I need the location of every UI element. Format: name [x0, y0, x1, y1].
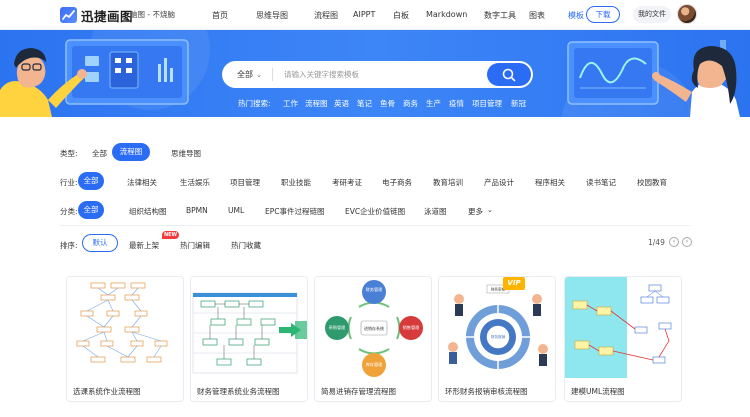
type-filter-option[interactable]: 全部: [92, 148, 107, 159]
industry-filter-option[interactable]: 项目管理: [230, 177, 260, 188]
hot-search-term[interactable]: 新冠: [511, 98, 526, 109]
hot-search-term[interactable]: 流程图: [305, 98, 328, 109]
industry-filter-option[interactable]: 职业技能: [281, 177, 311, 188]
industry-filter-option[interactable]: 读书笔记: [586, 177, 616, 188]
man-with-board-illustration: [0, 39, 189, 117]
category-filter-option[interactable]: EPC事件过程链图: [265, 206, 325, 217]
vip-badge: VIP: [503, 277, 525, 290]
logo-text[interactable]: 迅捷画图: [81, 6, 133, 25]
sort-option[interactable]: 热门编辑: [180, 240, 210, 251]
category-filter-label: 分类:: [60, 207, 78, 216]
course-selection-flowchart-thumbnail: [67, 277, 183, 378]
woman-with-chart-illustration: [567, 40, 740, 117]
sort-option[interactable]: 热门收藏: [231, 240, 261, 251]
industry-filter-option[interactable]: 教育培训: [433, 177, 463, 188]
nav-item[interactable]: 数字工具: [484, 10, 516, 21]
type-filter-option[interactable]: 思维导图: [171, 148, 201, 159]
logo-subtitle: 脑图 - 不烧脑: [130, 10, 175, 19]
hot-search-term[interactable]: 英语: [334, 98, 349, 109]
top-header: 迅捷画图 脑图 - 不烧脑 首页 思维导图 流程图 AIPPT 白板 Markdown 数字…: [0, 0, 750, 30]
filter-divider: [60, 225, 690, 226]
uml-modeling-flowchart-thumbnail: [565, 277, 681, 378]
nav-item[interactable]: 首页: [212, 10, 228, 21]
node-label: 财务管理: [366, 286, 384, 293]
search-input[interactable]: [284, 66, 474, 83]
hub-label: 进销存系统: [364, 325, 384, 331]
prev-page-button[interactable]: ‹: [669, 237, 679, 247]
nav-item[interactable]: 图表: [529, 10, 545, 21]
category-filter-option[interactable]: 全部: [78, 201, 104, 219]
card-title: 选课系统作业流程图: [73, 387, 141, 396]
next-page-button[interactable]: ›: [682, 237, 692, 247]
search-divider: [272, 68, 273, 81]
nav-item[interactable]: Markdown: [426, 10, 467, 19]
industry-filter-option[interactable]: 产品设计: [484, 177, 514, 188]
page-indicator: 1/49: [648, 238, 665, 247]
node-label: 销售管理: [403, 324, 421, 331]
industry-filter-option[interactable]: 生活娱乐: [180, 177, 210, 188]
industry-filter-option[interactable]: 法律相关: [127, 177, 157, 188]
nav-item[interactable]: 模板: [568, 10, 584, 21]
node-label: 采购管理: [329, 324, 347, 331]
logo-icon[interactable]: [60, 7, 77, 23]
search-scope-dropdown[interactable]: 全部 ⌄: [237, 69, 262, 80]
user-avatar[interactable]: [677, 4, 697, 24]
download-button[interactable]: 下载: [586, 6, 620, 23]
template-card[interactable]: 财务报销 财务审核 环形财务报销审核流程图: [438, 276, 556, 402]
industry-filter-label: 行业:: [60, 178, 78, 187]
sort-label: 排序:: [60, 241, 78, 250]
category-filter-option[interactable]: 更多: [468, 206, 483, 217]
search-scope-label: 全部: [237, 70, 253, 79]
sort-option[interactable]: 最新上架: [129, 240, 159, 251]
industry-filter-option[interactable]: 电子商务: [382, 177, 412, 188]
hero-banner: 全部⌄ 热门搜索: 工作流程图英语笔记鱼骨商务生产疫情项目管理新冠: [0, 30, 750, 117]
hot-search-term[interactable]: 生产: [426, 98, 441, 109]
hot-search-label: 热门搜索:: [238, 99, 271, 108]
card-title: 简易进销存管理流程图: [321, 387, 396, 396]
type-filter-option[interactable]: 流程图: [112, 143, 150, 161]
my-files-button[interactable]: 我的文件: [633, 6, 671, 23]
hot-search-term[interactable]: 鱼骨: [380, 98, 395, 109]
hot-search-term[interactable]: 商务: [403, 98, 418, 109]
search-icon: [502, 68, 516, 82]
card-title: 财务管理系统业务流程图: [197, 387, 280, 396]
industry-filter-option[interactable]: 校园教育: [637, 177, 667, 188]
new-badge: NEW: [162, 231, 179, 239]
nav-item[interactable]: 流程图: [314, 10, 338, 21]
finance-system-flowchart-thumbnail: [191, 277, 307, 378]
industry-filter-option[interactable]: 程序相关: [535, 177, 565, 188]
reimbursement-ring-flowchart-thumbnail: 财务报销 财务审核: [439, 277, 555, 378]
template-search-bar: 全部 ⌄: [222, 61, 533, 88]
hot-search-term[interactable]: 疫情: [449, 98, 464, 109]
type-filter-label: 类型:: [60, 149, 78, 158]
search-button[interactable]: [487, 63, 531, 86]
inventory-management-flowchart-thumbnail: 进销存系统 财务管理 采购管理 销售管理 库存管理: [315, 277, 431, 378]
hot-search-term[interactable]: 工作: [283, 98, 298, 109]
chevron-down-icon: ⌄: [256, 71, 262, 79]
category-filter-option[interactable]: 泳道图: [424, 206, 447, 217]
template-card[interactable]: 选课系统作业流程图: [66, 276, 184, 402]
nav-item[interactable]: AIPPT: [353, 10, 375, 19]
card-title: 环形财务报销审核流程图: [445, 387, 528, 396]
nav-item[interactable]: 思维导图: [256, 10, 288, 21]
category-filter-option[interactable]: BPMN: [186, 206, 208, 215]
industry-filter-option[interactable]: 考研考证: [332, 177, 362, 188]
hot-search-term[interactable]: 笔记: [357, 98, 372, 109]
card-title: 建模UML流程图: [571, 387, 625, 396]
sort-option-selected[interactable]: 默认: [82, 234, 118, 252]
hot-search-term[interactable]: 项目管理: [472, 98, 502, 109]
industry-filter-option[interactable]: 全部: [78, 172, 104, 190]
template-card[interactable]: 财务管理系统业务流程图: [190, 276, 308, 402]
category-filter-option[interactable]: UML: [228, 206, 244, 215]
category-filter-option[interactable]: 组织结构图: [129, 206, 167, 217]
center-label: 财务报销: [491, 334, 506, 339]
template-card[interactable]: 进销存系统 财务管理 采购管理 销售管理 库存管理 简易进销存管理流程图: [314, 276, 432, 402]
node-label: 库存管理: [366, 361, 384, 368]
nav-item[interactable]: 白板: [393, 10, 409, 21]
chevron-down-icon: ⌄: [487, 206, 493, 214]
template-card[interactable]: 建模UML流程图: [564, 276, 682, 402]
category-filter-option[interactable]: EVC企业价值链图: [345, 206, 405, 217]
